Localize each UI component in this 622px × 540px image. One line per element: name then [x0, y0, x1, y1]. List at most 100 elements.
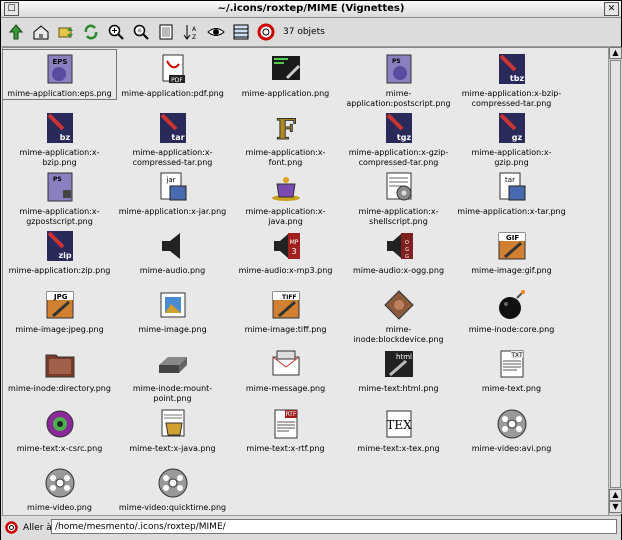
jar-icon: jar: [156, 170, 190, 204]
speaker-icon: [156, 229, 190, 263]
home-icon[interactable]: [31, 22, 50, 41]
tar-icon: tar: [156, 111, 190, 145]
scale-icon[interactable]: [156, 22, 175, 41]
scroll-up-arrow-bottom-icon[interactable]: ▲: [609, 489, 622, 501]
show-hidden-eye-icon[interactable]: [206, 22, 225, 41]
file-name: mime-text:x-rtf.png: [246, 444, 325, 453]
scroll-up-arrow-icon[interactable]: ▲: [609, 47, 622, 59]
tiff-icon: TIFF: [269, 288, 303, 322]
file-item[interactable]: PS mime-application:postscript.png: [342, 50, 455, 109]
file-item[interactable]: mime-image.png: [116, 286, 229, 335]
file-item[interactable]: mime-video.png: [3, 464, 116, 513]
bz-icon: bz: [43, 111, 77, 145]
file-item[interactable]: mime-video:avi.png: [455, 405, 568, 454]
shellscript-icon: [382, 170, 416, 204]
file-item[interactable]: mime-inode:mount-point.png: [116, 345, 229, 404]
file-item[interactable]: PDF mime-application:pdf.png: [116, 50, 229, 99]
toolbar: AZ 37 objets: [1, 18, 621, 47]
image-icon: [156, 288, 190, 322]
file-name: mime-application:x-gzip-compressed-tar.p…: [348, 148, 449, 167]
gif-icon: GIF: [495, 229, 529, 263]
java-text-icon: [156, 407, 190, 441]
file-item[interactable]: jar mime-application:x-jar.png: [116, 168, 229, 217]
vertical-scrollbar[interactable]: ▲ ▲ ▼: [608, 47, 622, 514]
file-item[interactable]: O G Gmime-audio:x-ogg.png: [342, 227, 455, 276]
application-icon: [269, 52, 303, 86]
file-name: mime-application:postscript.png: [346, 89, 451, 108]
file-item[interactable]: EPS mime-application:eps.png: [3, 49, 117, 100]
file-item[interactable]: mime-inode:directory.png: [3, 345, 116, 394]
file-name: mime-application:pdf.png: [121, 89, 224, 98]
svg-text:EPS: EPS: [52, 58, 67, 66]
file-item[interactable]: mime-text:x-java.png: [116, 405, 229, 454]
svg-text:tar: tar: [171, 133, 184, 142]
sort-icon[interactable]: AZ: [181, 22, 200, 41]
svg-text:RTF: RTF: [285, 411, 296, 418]
scroll-down-arrow-icon[interactable]: ▼: [609, 501, 622, 513]
details-icon[interactable]: [231, 22, 250, 41]
scroll-thumb[interactable]: [610, 60, 621, 488]
svg-text:tar: tar: [505, 176, 515, 184]
file-item[interactable]: mime-message.png: [229, 345, 342, 394]
svg-text:TXT: TXT: [510, 352, 523, 359]
file-item[interactable]: PS mime-application:x-gzpostscript.png: [3, 168, 116, 227]
refresh-icon[interactable]: [81, 22, 100, 41]
lifebuoy-icon[interactable]: [5, 521, 18, 534]
file-name: mime-image:tiff.png: [244, 325, 327, 334]
file-item[interactable]: mime-application:x-java.png: [229, 168, 342, 227]
folder-icon: [43, 347, 77, 381]
file-item[interactable]: MP 3 mime-audio:x-mp3.png: [229, 227, 342, 276]
close-button[interactable]: ✕: [604, 2, 619, 16]
file-name: mime-inode:blockdevice.png: [353, 325, 444, 344]
svg-text:PS: PS: [53, 176, 62, 183]
file-item[interactable]: mime-video:quicktime.png: [116, 464, 229, 513]
file-item[interactable]: Fmime-application:x-font.png: [229, 109, 342, 168]
svg-text:html: html: [396, 353, 412, 361]
file-item[interactable]: TIFF mime-image:tiff.png: [229, 286, 342, 335]
file-item[interactable]: tbz mime-application:x-bzip-compressed-ta…: [455, 50, 568, 109]
file-item[interactable]: TXT mime-text.png: [455, 345, 568, 394]
file-item[interactable]: GIF mime-image:gif.png: [455, 227, 568, 276]
svg-text:PS: PS: [392, 58, 401, 65]
blockdevice-icon: [382, 288, 416, 322]
file-name: mime-video:avi.png: [471, 444, 552, 453]
ogg-icon: OGG: [382, 229, 416, 263]
file-name: mime-image:gif.png: [471, 266, 552, 275]
svg-text:TIFF: TIFF: [282, 294, 297, 301]
file-item[interactable]: tar mime-application:x-tar.png: [455, 168, 568, 217]
file-item[interactable]: html mime-text:html.png: [342, 345, 455, 394]
zoom-in-icon[interactable]: [106, 22, 125, 41]
file-name: mime-text:x-tex.png: [357, 444, 440, 453]
jpeg-icon: JPG: [43, 288, 77, 322]
bookmarks-icon[interactable]: [56, 22, 75, 41]
file-item[interactable]: tar mime-application:x-compressed-tar.png: [116, 109, 229, 168]
gz-icon: gz: [495, 111, 529, 145]
zoom-out-icon[interactable]: [131, 22, 150, 41]
file-item[interactable]: mime-application:x-shellscript.png: [342, 168, 455, 227]
svg-text:TEX: TEX: [386, 418, 412, 432]
title-bar[interactable]: ☐ ~/.icons/roxtep/MIME (Vignettes) ✕: [1, 1, 621, 18]
file-name: mime-inode:core.png: [468, 325, 555, 334]
file-item[interactable]: mime-application.png: [229, 50, 342, 99]
help-lifebuoy-icon[interactable]: [256, 22, 275, 41]
csrc-icon: [43, 407, 77, 441]
file-name: mime-video.png: [27, 503, 92, 512]
file-item[interactable]: TEX mime-text:x-tex.png: [342, 405, 455, 454]
file-item[interactable]: bz mime-application:x-bzip.png: [3, 109, 116, 168]
up-icon[interactable]: [6, 22, 25, 41]
file-item[interactable]: zip mime-application:zip.png: [3, 227, 116, 276]
filer-window: ☐ ~/.icons/roxtep/MIME (Vignettes) ✕ AZ …: [0, 0, 622, 540]
file-item[interactable]: JPG mime-image:jpeg.png: [3, 286, 116, 335]
file-item[interactable]: mime-inode:blockdevice.png: [342, 286, 455, 345]
file-item[interactable]: gz mime-application:x-gzip.png: [455, 109, 568, 168]
path-input[interactable]: [51, 519, 617, 534]
icon-grid[interactable]: EPS mime-application:eps.png PDF mime-appli…: [2, 47, 609, 516]
file-name: mime-application:eps.png: [7, 89, 112, 98]
bomb-icon: [495, 288, 529, 322]
file-item[interactable]: mime-audio.png: [116, 227, 229, 276]
file-item[interactable]: tgz mime-application:x-gzip-compressed-ta…: [342, 109, 455, 168]
file-item[interactable]: mime-inode:core.png: [455, 286, 568, 335]
file-item[interactable]: RTF mime-text:x-rtf.png: [229, 405, 342, 454]
file-name: mime-image.png: [138, 325, 207, 334]
file-item[interactable]: mime-text:x-csrc.png: [3, 405, 116, 454]
